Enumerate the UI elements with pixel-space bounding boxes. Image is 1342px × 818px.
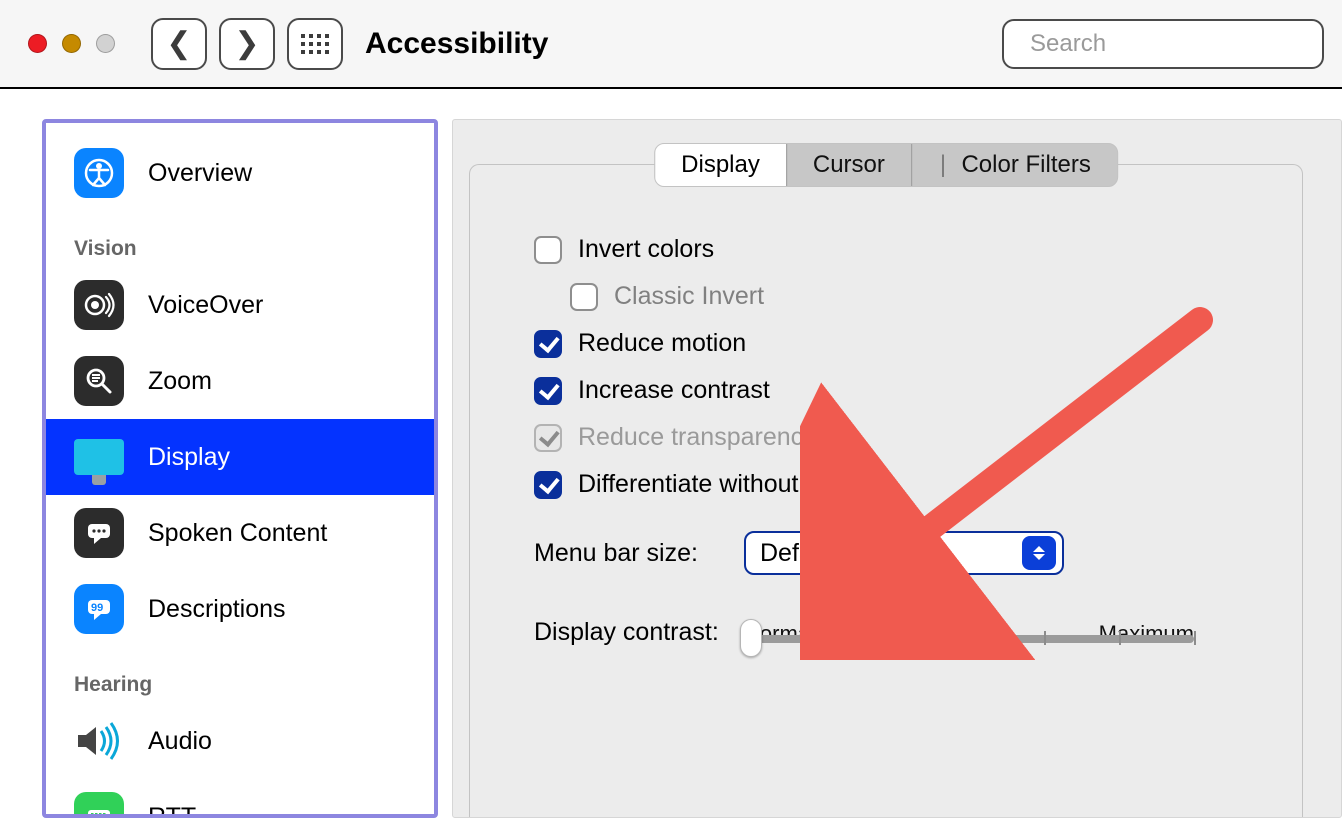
option-differentiate-without-color: Differentiate without color <box>534 470 1238 499</box>
label-differentiate-without-color: Differentiate without color <box>578 470 860 499</box>
checkbox-differentiate-without-color[interactable] <box>534 471 562 499</box>
close-window-button[interactable] <box>28 34 47 53</box>
minimize-window-button[interactable] <box>62 34 81 53</box>
toolbar: ❮ ❯ Accessibility <box>0 0 1342 89</box>
window-body: Overview Vision VoiceOver Zoom Displa <box>0 89 1342 818</box>
row-menu-bar-size: Menu bar size: Default <box>534 531 1238 575</box>
label-menu-bar-size: Menu bar size: <box>534 539 744 568</box>
sidebar-item-overview[interactable]: Overview <box>46 135 434 211</box>
chevron-right-icon: ❯ <box>234 26 259 61</box>
tab-cursor[interactable]: Cursor <box>786 144 911 186</box>
slider-thumb[interactable] <box>740 619 762 657</box>
sidebar-item-descriptions[interactable]: 99 Descriptions <box>46 571 434 647</box>
tab-display[interactable]: Display <box>655 144 786 186</box>
sidebar-item-label: Display <box>148 443 230 472</box>
option-reduce-transparency: Reduce transparency <box>534 423 1238 452</box>
voiceover-icon <box>74 280 124 330</box>
slider-tick <box>894 631 896 645</box>
slider-tick <box>819 631 821 645</box>
label-classic-invert: Classic Invert <box>614 282 764 311</box>
label-invert-colors: Invert colors <box>578 235 714 264</box>
display-settings-panel: Display Cursor | Color Filters Invert co… <box>469 164 1303 817</box>
label-reduce-motion: Reduce motion <box>578 329 746 358</box>
sidebar-item-label: VoiceOver <box>148 291 263 320</box>
option-increase-contrast: Increase contrast <box>534 376 1238 405</box>
audio-icon <box>74 716 124 766</box>
sidebar-item-label: Audio <box>148 727 212 756</box>
tab-color-filters-label: Color Filters <box>961 151 1090 179</box>
slider-container: Normal Maximum <box>744 617 1224 647</box>
sidebar: Overview Vision VoiceOver Zoom Displa <box>42 119 438 818</box>
sidebar-item-label: Spoken Content <box>148 519 327 548</box>
sidebar-item-display[interactable]: Display <box>46 419 434 495</box>
forward-button[interactable]: ❯ <box>219 18 275 70</box>
search-field[interactable] <box>1002 19 1324 69</box>
sidebar-item-label: RTT <box>148 803 196 815</box>
accessibility-icon <box>74 148 124 198</box>
checkbox-invert-colors[interactable] <box>534 236 562 264</box>
sidebar-item-spoken-content[interactable]: Spoken Content <box>46 495 434 571</box>
back-button[interactable]: ❮ <box>151 18 207 70</box>
sidebar-item-rtt[interactable]: RTT <box>46 779 434 814</box>
search-input[interactable] <box>1028 29 1342 59</box>
sidebar-item-audio[interactable]: Audio <box>46 703 434 779</box>
slider-tick <box>969 631 971 645</box>
nav-buttons: ❮ ❯ <box>151 18 275 70</box>
svg-text:99: 99 <box>91 602 103 614</box>
label-increase-contrast: Increase contrast <box>578 376 770 405</box>
sidebar-item-label: Overview <box>148 159 252 188</box>
show-all-button[interactable] <box>287 18 343 70</box>
tab-color-filters[interactable]: | Color Filters <box>911 144 1117 186</box>
display-tabs: Display Cursor | Color Filters <box>654 143 1118 187</box>
descriptions-icon: 99 <box>74 584 124 634</box>
select-stepper-icon <box>1022 536 1056 570</box>
sidebar-item-label: Descriptions <box>148 595 286 624</box>
sidebar-heading-vision: Vision <box>46 211 434 267</box>
option-invert-colors: Invert colors <box>534 235 1238 264</box>
slider-tick <box>1119 631 1121 645</box>
checkbox-reduce-transparency <box>534 424 562 452</box>
label-display-contrast: Display contrast: <box>534 618 744 647</box>
row-display-contrast: Display contrast: <box>534 617 1238 647</box>
slider-tick <box>1194 631 1196 645</box>
content-panel: Display Cursor | Color Filters Invert co… <box>452 119 1342 818</box>
window-title: Accessibility <box>365 27 548 61</box>
select-menu-bar-size[interactable]: Default <box>744 531 1064 575</box>
label-reduce-transparency: Reduce transparency <box>578 423 816 452</box>
sidebar-item-zoom[interactable]: Zoom <box>46 343 434 419</box>
option-reduce-motion: Reduce motion <box>534 329 1238 358</box>
window-controls <box>28 34 115 53</box>
zoom-icon <box>74 356 124 406</box>
slider-max-label: Maximum <box>1099 621 1194 647</box>
sidebar-list: Overview Vision VoiceOver Zoom Displa <box>46 123 434 814</box>
spoken-content-icon <box>74 508 124 558</box>
checkbox-increase-contrast[interactable] <box>534 377 562 405</box>
checkbox-classic-invert[interactable] <box>570 283 598 311</box>
sidebar-item-voiceover[interactable]: VoiceOver <box>46 267 434 343</box>
checkbox-reduce-motion[interactable] <box>534 330 562 358</box>
display-icon <box>74 432 124 482</box>
tab-divider-icon: | <box>938 151 948 179</box>
sidebar-item-label: Zoom <box>148 367 212 396</box>
rtt-icon <box>74 792 124 814</box>
display-options: Invert colors Classic Invert Reduce moti… <box>470 165 1302 647</box>
select-menu-bar-size-value: Default <box>760 539 1022 568</box>
grid-icon <box>301 34 329 54</box>
slider-tick <box>1044 631 1046 645</box>
option-classic-invert: Classic Invert <box>570 282 1238 311</box>
sidebar-heading-hearing: Hearing <box>46 647 434 703</box>
chevron-left-icon: ❮ <box>166 26 191 61</box>
zoom-window-button[interactable] <box>96 34 115 53</box>
